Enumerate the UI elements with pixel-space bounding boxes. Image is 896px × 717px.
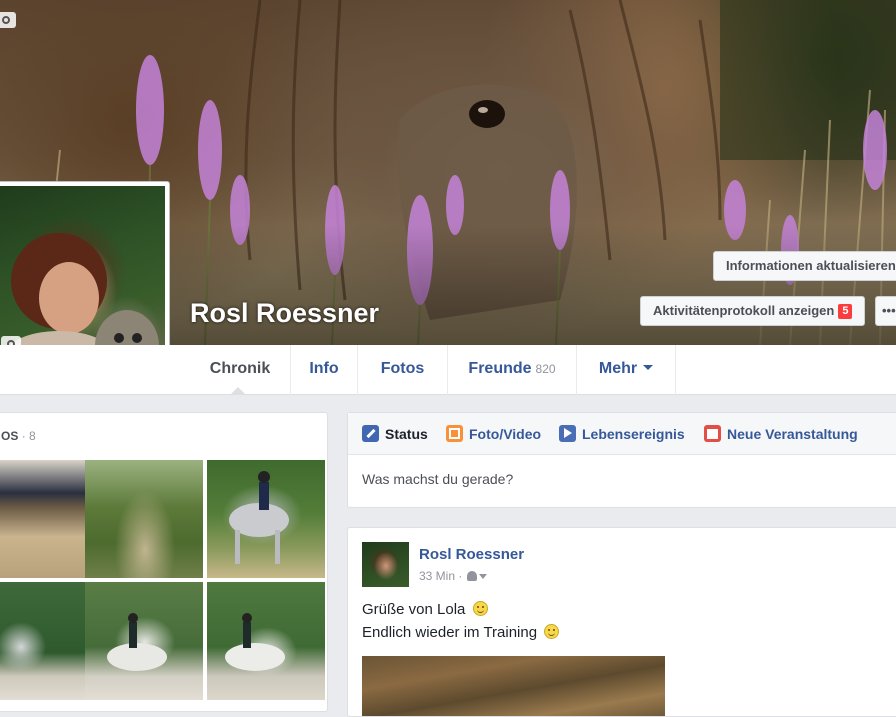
- photos-title: OS: [1, 429, 19, 443]
- composer-tab-status[interactable]: Status: [362, 425, 428, 442]
- tab-label: Mehr: [598, 360, 638, 377]
- post-author[interactable]: Rosl Roessner: [419, 546, 524, 563]
- composer-tabs: Status Foto/Video Lebensereignis Neue Ve…: [348, 413, 896, 455]
- horse-rider-illustration: [229, 471, 289, 564]
- tab-info[interactable]: Info: [291, 345, 358, 395]
- horse-rider-illustration: [225, 613, 285, 671]
- composer-tab-label: Lebensereignis: [582, 426, 685, 442]
- composer-tab-life-event[interactable]: Lebensereignis: [559, 425, 685, 442]
- post-timestamp[interactable]: 33 Min ·: [419, 569, 462, 583]
- timeline-post: Rosl Roessner 33 Min · Grüße von Lola En…: [347, 527, 896, 717]
- post-image[interactable]: [362, 656, 665, 716]
- composer-tab-label: Foto/Video: [469, 426, 542, 442]
- composer-tab-label: Status: [385, 426, 428, 442]
- audience-icon[interactable]: [467, 571, 478, 581]
- tab-label: Freunde: [468, 360, 532, 377]
- tab-fotos[interactable]: Fotos: [358, 345, 448, 395]
- tab-freunde[interactable]: Freunde 820: [448, 345, 577, 395]
- status-composer: Status Foto/Video Lebensereignis Neue Ve…: [347, 412, 896, 508]
- photo-thumbnail[interactable]: [207, 460, 325, 578]
- activity-log-badge: 5: [838, 304, 853, 319]
- photo-icon: [446, 425, 463, 442]
- photos-header[interactable]: OS · 8: [1, 429, 36, 443]
- photo-thumbnail[interactable]: [207, 582, 325, 700]
- more-options-icon: •••: [882, 303, 896, 318]
- horse-rider-illustration: [107, 613, 167, 671]
- profile-name[interactable]: Rosl Roessner: [190, 298, 379, 329]
- photos-box: OS · 8: [0, 412, 328, 712]
- post-text: Endlich wieder im Training: [362, 624, 538, 641]
- tab-mehr[interactable]: Mehr: [577, 345, 676, 395]
- tab-label: Chronik: [209, 360, 271, 377]
- post-text: Grüße von Lola: [362, 601, 466, 618]
- photo-thumbnail[interactable]: [85, 460, 203, 578]
- pencil-icon: [362, 425, 379, 442]
- avatar[interactable]: [362, 542, 409, 587]
- chevron-down-icon[interactable]: [479, 574, 488, 579]
- smiley-icon: [472, 601, 488, 616]
- update-info-button[interactable]: Informationen aktualisieren: [713, 251, 896, 281]
- profile-picture-illustration: [4, 233, 159, 370]
- post-meta: 33 Min ·: [419, 569, 488, 583]
- status-input[interactable]: Was machst du gerade?: [362, 471, 513, 487]
- chevron-down-icon: [643, 365, 654, 370]
- camera-icon[interactable]: [0, 12, 16, 28]
- friend-count: 820: [535, 362, 556, 376]
- post-text-line: Endlich wieder im Training: [362, 624, 560, 641]
- profile-picture-image: [0, 186, 165, 370]
- composer-tab-label: Neue Veranstaltung: [727, 426, 858, 442]
- photo-thumbnail[interactable]: [85, 582, 203, 700]
- activity-log-label: Aktivitätenprotokoll anzeigen: [653, 303, 835, 318]
- tab-label: Info: [309, 360, 339, 377]
- more-options-button[interactable]: •••: [875, 296, 896, 326]
- composer-tab-new-event[interactable]: Neue Veranstaltung: [704, 425, 858, 442]
- post-text-line: Grüße von Lola: [362, 601, 488, 618]
- active-tab-indicator: [230, 387, 246, 395]
- composer-tab-photo-video[interactable]: Foto/Video: [446, 425, 541, 442]
- calendar-icon: [704, 425, 721, 442]
- photos-count: · 8: [21, 429, 36, 443]
- tab-label: Fotos: [380, 360, 425, 377]
- profile-tab-bar: Chronik Info Fotos Freunde 820 Mehr: [0, 345, 896, 395]
- update-info-label: Informationen aktualisieren: [726, 258, 896, 273]
- smiley-icon: [544, 624, 560, 639]
- flag-icon: [559, 425, 576, 442]
- activity-log-button[interactable]: Aktivitätenprotokoll anzeigen 5: [640, 296, 866, 326]
